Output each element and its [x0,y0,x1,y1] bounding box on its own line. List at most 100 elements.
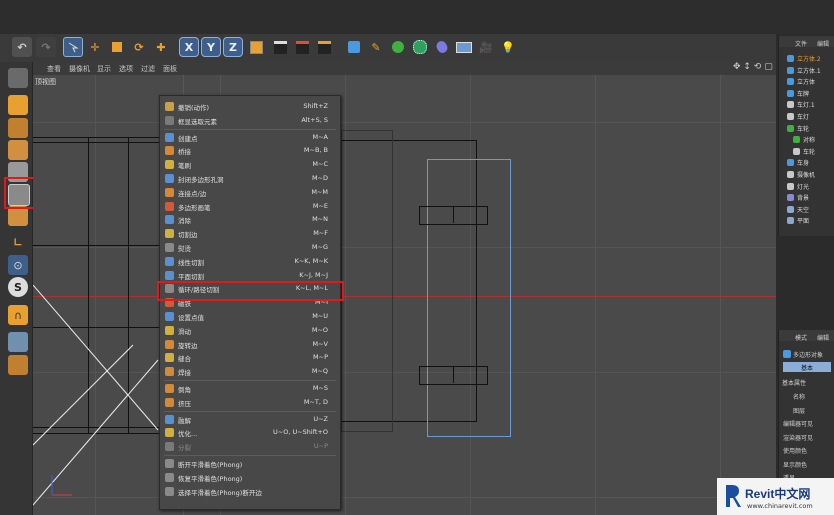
menu-item-shortcut: M~V [312,339,328,348]
menu-item[interactable]: 连接点/边 M~M [160,186,340,199]
menu-item[interactable]: 消除 M~N [160,213,340,226]
object-list-item[interactable]: 车轮 [779,146,834,157]
menu-item[interactable]: 笔刷 M~C [160,158,340,171]
menu-item[interactable]: 旋转边 M~V [160,338,340,351]
object-list-item[interactable]: 车灯 [779,111,834,122]
menu-item[interactable]: 桥接 M~B, B [160,144,340,157]
menu-item[interactable]: 设置点值 M~U [160,310,340,323]
viewport-menu-view[interactable]: 查看 [47,64,61,74]
menu-item[interactable]: 创建点 M~A [160,131,340,144]
attr-field-label[interactable]: 名称 [793,392,805,401]
viewport-menu-filter[interactable]: 过滤 [141,64,155,74]
menu-item[interactable]: 熨烫 M~G [160,241,340,254]
object-type-icon [787,182,794,190]
viewport-menu-display[interactable]: 显示 [97,64,111,74]
y-axis-button[interactable]: Y [201,37,221,57]
object-list-item[interactable]: 立方体.2 [779,53,834,64]
render-picture-viewer-icon[interactable] [292,37,312,57]
menu-item[interactable]: 线性切割 K~K, M~K [160,255,340,268]
workplane-mode-icon[interactable] [8,140,28,160]
move-icon[interactable]: ✛ [85,37,105,57]
rotate-icon[interactable]: ⟳ [129,37,149,57]
object-tab-edit[interactable]: 编辑 [817,39,829,48]
texture-mode-icon[interactable] [8,118,28,138]
top-viewport[interactable]: 顶视图 [33,75,776,515]
menu-item[interactable]: 恢复平滑着色(Phong) [160,471,340,484]
subdivision-icon[interactable] [388,37,408,57]
floor-icon[interactable] [454,37,474,57]
menu-item[interactable]: 平面切割 K~J, M~J [160,269,340,282]
scale-icon[interactable] [107,37,127,57]
menu-item-shortcut: M~P [313,353,328,362]
object-list-item[interactable]: 背景 [779,192,834,203]
attr-field-label[interactable]: 渲染器可见 [783,433,813,442]
object-list-item[interactable]: 对称 [779,134,834,145]
menu-item[interactable]: 焊接 M~Q [160,365,340,378]
menu-item[interactable]: 缝合 M~P [160,351,340,364]
menu-item[interactable]: 封闭多边形孔洞 M~D [160,172,340,185]
menu-item[interactable]: 框显选取元素 Alt+S, S [160,114,340,127]
menu-item-label: 连接点/边 [178,189,207,198]
attr-tab-edit[interactable]: 编辑 [817,333,829,342]
pen-spline-icon[interactable]: ✎ [366,37,386,57]
attr-field-label[interactable]: 编辑器可见 [783,419,813,428]
menu-item[interactable]: 滑动 M~O [160,324,340,337]
object-list-item[interactable]: 摄像机 [779,169,834,180]
object-list-item[interactable]: 灯光 [779,181,834,192]
light-icon[interactable]: 💡 [498,37,518,57]
object-list-item[interactable]: 平面 [779,215,834,226]
attr-field-label[interactable]: 图层 [793,406,805,415]
object-list-item[interactable]: 车轮 [779,123,834,134]
model-mode-icon[interactable] [8,95,28,115]
menu-item-icon [165,146,174,156]
lock-workplane-icon[interactable] [8,355,28,375]
edges-mode-icon[interactable] [8,206,28,226]
attr-field-label[interactable]: 显示颜色 [783,460,807,469]
menu-item[interactable]: 倒角 M~S [160,382,340,395]
object-list-item[interactable]: 车身 [779,157,834,168]
attr-tab-mode[interactable]: 模式 [795,333,807,342]
axis-mode-icon[interactable]: ∟ [8,232,28,252]
viewport-menu-camera[interactable]: 摄像机 [69,64,90,74]
viewport-menu-options[interactable]: 选项 [119,64,133,74]
menu-item-icon [165,353,174,363]
menu-item[interactable]: 挤压 M~T, D [160,396,340,409]
object-list-item[interactable]: 天空 [779,204,834,215]
viewport-nav-icon[interactable]: ✥ ↕ ⟲ ▢ [733,62,773,72]
x-axis-button[interactable]: X [179,37,199,57]
redo-icon[interactable]: ↷ [36,37,56,57]
cube-object-icon[interactable] [344,37,364,57]
make-editable-icon[interactable] [8,68,28,88]
undo-icon[interactable]: ↶ [12,37,32,57]
render-settings-icon[interactable] [314,37,334,57]
menu-item[interactable]: 融解 U~Z [160,413,340,426]
magnet-icon[interactable]: ∩ [8,305,28,325]
menu-item[interactable]: 优化... U~O, U~Shift+O [160,426,340,439]
menu-item[interactable]: 切割边 M~F [160,227,340,240]
menu-item[interactable]: 分裂 U~P [160,440,340,453]
attr-field-label[interactable]: 使用颜色 [783,446,807,455]
cloner-icon[interactable] [410,37,430,57]
object-tab-file[interactable]: 文件 [795,39,807,48]
menu-item[interactable]: 断开平滑着色(Phong) [160,457,340,470]
viewport-menu-panel[interactable]: 面板 [163,64,177,74]
recent-tools-icon[interactable]: ✚ [151,37,171,57]
render-view-icon[interactable] [270,37,290,57]
menu-item[interactable]: 多边形画笔 M~E [160,200,340,213]
menu-item[interactable]: 撤销(动作) Shift+Z [160,100,340,113]
camera-icon[interactable]: 🎥 [476,37,496,57]
coordinate-system-icon[interactable] [246,37,266,57]
deformer-icon[interactable] [432,37,452,57]
live-selection-icon[interactable] [63,37,83,57]
object-list-item[interactable]: 车灯.1 [779,99,834,110]
snap-icon[interactable]: S [8,277,28,297]
object-type-icon [787,113,794,120]
z-axis-button[interactable]: Z [223,37,243,57]
workplane-icon[interactable] [8,332,28,352]
object-list-item[interactable]: 立方体 [779,76,834,87]
tweak-mode-icon[interactable]: ⊙ [8,255,28,275]
menu-item[interactable]: 选择平滑着色(Phong)断开边 [160,485,340,498]
object-list-item[interactable]: 立方体.1 [779,65,834,76]
selected-cube-outline[interactable] [427,159,511,437]
object-list-item[interactable]: 车牌 [779,88,834,99]
